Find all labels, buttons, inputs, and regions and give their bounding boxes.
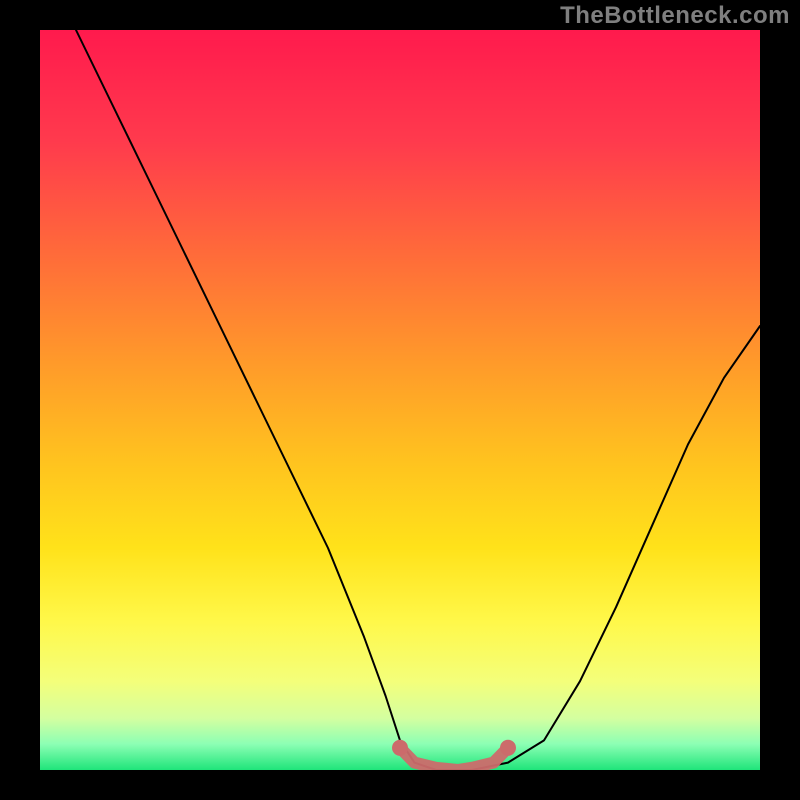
frame-right (760, 0, 800, 800)
frame-bottom (0, 770, 800, 800)
bottleneck-chart (0, 0, 800, 800)
chart-stage: TheBottleneck.com (0, 0, 800, 800)
watermark-text: TheBottleneck.com (560, 2, 790, 30)
optimal-band-end-dot (500, 740, 516, 756)
optimal-band-start-dot (392, 740, 408, 756)
chart-background (40, 30, 760, 770)
frame-left (0, 0, 40, 800)
